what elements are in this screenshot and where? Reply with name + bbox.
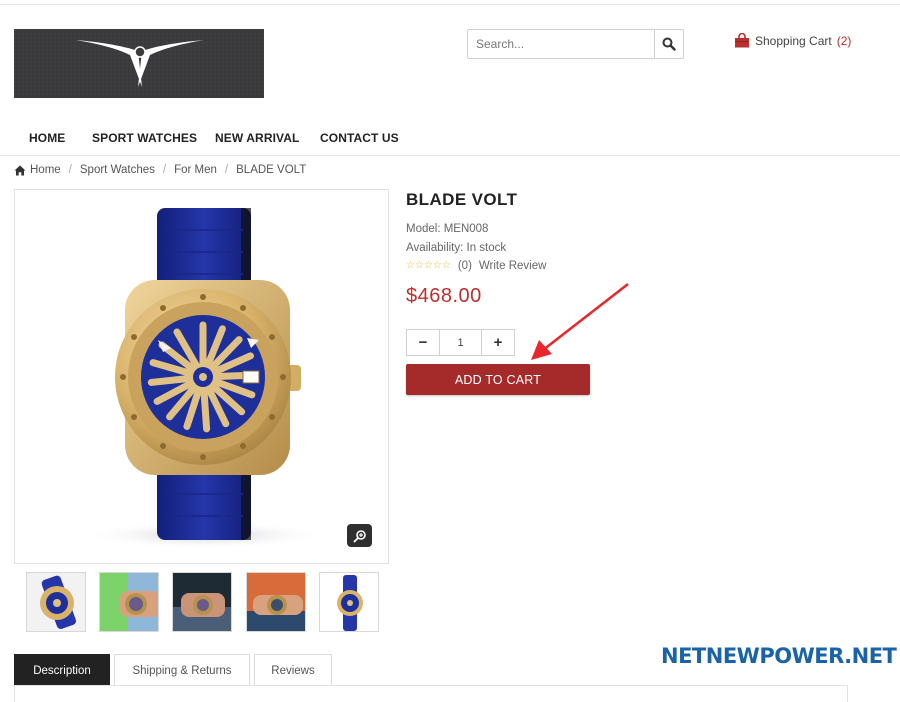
nav-item-contact-us[interactable]: CONTACT US: [320, 131, 399, 145]
quantity-increase-button[interactable]: +: [481, 330, 514, 355]
product-availability: Availability: In stock: [406, 242, 507, 254]
thumbnail-watch-image: [27, 573, 85, 631]
review-count: (0): [457, 260, 472, 272]
quantity-decrease-button[interactable]: −: [407, 330, 440, 355]
star-icon: ☆: [432, 260, 442, 271]
tab-description[interactable]: Description: [14, 654, 110, 686]
product-rating: ☆ ☆ ☆ ☆ ☆ (0) Write Review: [406, 260, 546, 272]
product-price: $468.00: [406, 285, 482, 307]
annotation-arrow-icon: [531, 283, 629, 360]
cart-label: Shopping Cart: [755, 33, 832, 48]
watch-image: [85, 208, 325, 549]
star-icon: ☆: [406, 260, 415, 271]
main-nav: HOME SPORT WATCHES NEW ARRIVAL CONTACT U…: [0, 120, 900, 156]
rating-stars: ☆ ☆ ☆ ☆ ☆: [406, 261, 451, 271]
breadcrumb-separator: /: [68, 164, 72, 176]
zoom-button[interactable]: [347, 524, 372, 547]
winged-v-logo-icon: [14, 29, 264, 98]
thumbnail-arm-image: [247, 573, 305, 631]
search-box: [467, 29, 684, 59]
search-icon: [662, 37, 676, 51]
breadcrumb-sport-watches[interactable]: Sport Watches: [80, 164, 155, 176]
star-icon: ☆: [414, 260, 424, 271]
breadcrumb-home[interactable]: Home: [14, 164, 61, 176]
breadcrumb-home-label: Home: [30, 164, 61, 176]
product-title: BLADE VOLT: [406, 190, 518, 209]
thumbnail-front-image: [320, 573, 378, 631]
store-logo[interactable]: [14, 29, 264, 98]
thumbnail-strip: [26, 572, 380, 632]
shopping-cart-link[interactable]: Shopping Cart (2): [734, 33, 851, 48]
top-divider: [0, 0, 900, 5]
quantity-stepper: − +: [406, 329, 515, 356]
product-main-image[interactable]: [14, 189, 389, 564]
search-input[interactable]: [468, 30, 654, 58]
nav-item-sport-watches[interactable]: SPORT WATCHES: [92, 131, 197, 145]
cart-count: (2): [836, 33, 852, 48]
zoom-in-icon: [353, 529, 366, 542]
thumbnail-1[interactable]: [26, 572, 86, 632]
breadcrumb-current[interactable]: BLADE VOLT: [236, 164, 306, 176]
thumbnail-4[interactable]: [246, 572, 306, 632]
thumbnail-2[interactable]: [99, 572, 159, 632]
thumbnail-5[interactable]: [319, 572, 379, 632]
breadcrumb-for-men[interactable]: For Men: [174, 164, 217, 176]
breadcrumb-separator: /: [162, 164, 167, 176]
tab-reviews[interactable]: Reviews: [254, 654, 332, 686]
breadcrumb-separator: /: [224, 164, 229, 176]
add-to-cart-button[interactable]: ADD TO CART: [406, 364, 590, 395]
search-button[interactable]: [654, 30, 683, 58]
write-review-link[interactable]: Write Review: [479, 260, 547, 272]
home-icon: [14, 165, 26, 175]
star-icon: ☆: [441, 260, 451, 271]
thumbnail-3[interactable]: [172, 572, 232, 632]
tab-shipping-returns[interactable]: Shipping & Returns: [114, 654, 250, 686]
nav-item-new-arrival[interactable]: NEW ARRIVAL: [215, 131, 299, 145]
star-icon: ☆: [423, 260, 433, 271]
thumbnail-lifestyle-image: [173, 573, 231, 631]
product-model: Model: MEN008: [406, 223, 489, 235]
breadcrumb: Home / Sport Watches / For Men / BLADE V…: [14, 164, 306, 176]
watermark-text: NETNEWPOWER.NET: [661, 644, 897, 668]
quantity-input[interactable]: [440, 330, 481, 355]
nav-item-home[interactable]: HOME: [29, 131, 65, 145]
shopping-bag-icon: [735, 33, 749, 48]
tab-content-panel: [14, 685, 848, 702]
thumbnail-wrist-image: [100, 573, 158, 631]
